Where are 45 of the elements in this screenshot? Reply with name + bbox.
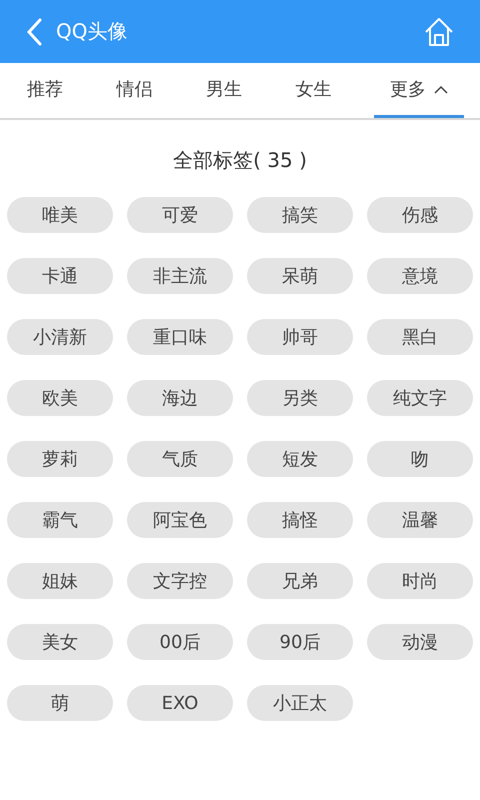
- tag-chip[interactable]: 姐妹: [7, 563, 113, 599]
- tag-chip[interactable]: 意境: [367, 258, 473, 294]
- tag-chip[interactable]: 小清新: [7, 319, 113, 355]
- tag-chip[interactable]: 可爱: [127, 197, 233, 233]
- tag-chip[interactable]: 呆萌: [247, 258, 353, 294]
- back-icon[interactable]: [26, 18, 42, 46]
- tag-chip[interactable]: 吻: [367, 441, 473, 477]
- tag-chip[interactable]: 搞怪: [247, 502, 353, 538]
- caret-up-icon: [434, 84, 448, 94]
- category-tab[interactable]: 情侣: [90, 63, 180, 118]
- tag-chip[interactable]: 文字控: [127, 563, 233, 599]
- tag-chip[interactable]: 美女: [7, 624, 113, 660]
- tag-chip[interactable]: 欧美: [7, 380, 113, 416]
- section-title: 全部标签( 35 ): [172, 147, 308, 174]
- tag-chip[interactable]: 时尚: [367, 563, 473, 599]
- tag-chip[interactable]: 阿宝色: [127, 502, 233, 538]
- tag-chip[interactable]: 气质: [127, 441, 233, 477]
- tag-chip[interactable]: 短发: [247, 441, 353, 477]
- tag-chip[interactable]: 另类: [247, 380, 353, 416]
- home-icon[interactable]: [424, 16, 454, 46]
- tag-chip[interactable]: 帅哥: [247, 319, 353, 355]
- tag-chip[interactable]: EXO: [127, 685, 233, 721]
- category-tab[interactable]: 女生: [268, 63, 358, 118]
- tag-chip[interactable]: 非主流: [127, 258, 233, 294]
- tag-chip[interactable]: 兄弟: [247, 563, 353, 599]
- tag-chip[interactable]: 温馨: [367, 502, 473, 538]
- tag-chip[interactable]: 小正太: [247, 685, 353, 721]
- tag-chip[interactable]: 伤感: [367, 197, 473, 233]
- tag-chip[interactable]: 海边: [127, 380, 233, 416]
- tag-chip[interactable]: 重口味: [127, 319, 233, 355]
- tag-chip[interactable]: 霸气: [7, 502, 113, 538]
- tag-chip[interactable]: 搞笑: [247, 197, 353, 233]
- tag-chip[interactable]: 90后: [247, 624, 353, 660]
- tag-chip[interactable]: 动漫: [367, 624, 473, 660]
- tag-chip[interactable]: 黑白: [367, 319, 473, 355]
- category-tab[interactable]: 更多: [374, 63, 464, 118]
- category-tab[interactable]: 男生: [179, 63, 269, 118]
- tag-chip[interactable]: 萌: [7, 685, 113, 721]
- tag-chip[interactable]: 00后: [127, 624, 233, 660]
- category-tab[interactable]: 推荐: [0, 63, 90, 118]
- tag-chip[interactable]: 卡通: [7, 258, 113, 294]
- tag-chip[interactable]: 唯美: [7, 197, 113, 233]
- tag-chip[interactable]: 萝莉: [7, 441, 113, 477]
- tag-chip[interactable]: 纯文字: [367, 380, 473, 416]
- page-title: QQ头像: [56, 18, 128, 45]
